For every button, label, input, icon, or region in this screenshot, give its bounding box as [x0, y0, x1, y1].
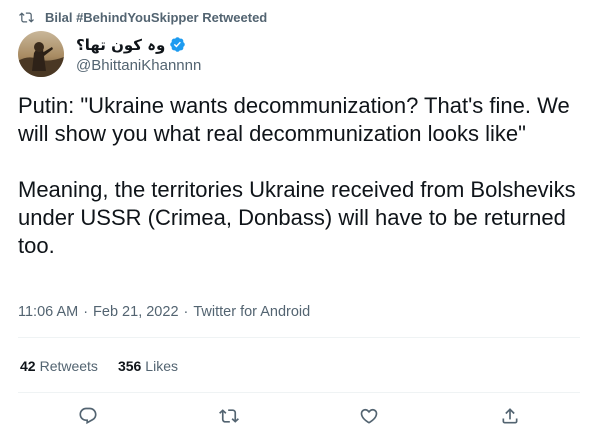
tweet-date[interactable]: Feb 21, 2022: [93, 304, 178, 320]
divider: [18, 392, 580, 393]
retweet-social-context[interactable]: Bilal #BehindYouSkipper Retweeted: [18, 8, 267, 26]
reply-button[interactable]: [77, 405, 99, 427]
share-button[interactable]: [499, 405, 521, 427]
retweets-stat[interactable]: 42 Retweets: [20, 358, 98, 374]
meta-separator: ·: [83, 304, 89, 320]
display-name[interactable]: وہ کون تھا؟: [76, 36, 165, 54]
divider: [18, 337, 580, 338]
retweet-label: Bilal #BehindYouSkipper Retweeted: [45, 9, 268, 25]
tweet-stats: 42 Retweets 356 Likes: [20, 358, 178, 374]
likes-stat[interactable]: 356 Likes: [118, 358, 178, 374]
likes-count: 356: [117, 358, 142, 374]
tweet-time[interactable]: 11:06 AM: [18, 304, 78, 320]
meta-separator: ·: [183, 304, 189, 320]
avatar[interactable]: [18, 31, 64, 77]
reply-icon: [79, 407, 97, 425]
retweet-button[interactable]: [218, 405, 240, 427]
retweet-icon: [18, 9, 36, 25]
retweets-count: 42: [20, 358, 36, 374]
verified-badge-icon: [169, 36, 186, 53]
tweet-source[interactable]: Twitter for Android: [193, 304, 310, 320]
tweet-paragraph: Putin: "Ukraine wants decommunization? T…: [18, 93, 570, 146]
tweet-metadata: 11:06 AM · Feb 21, 2022 · Twitter for An…: [18, 304, 310, 320]
tweet-body: Putin: "Ukraine wants decommunization? T…: [18, 92, 588, 260]
like-button[interactable]: [358, 405, 380, 427]
heart-icon: [360, 408, 378, 424]
author-handle[interactable]: @BhittaniKhannnn: [76, 57, 201, 74]
tweet-actions: [0, 405, 598, 431]
retweet-icon: [219, 409, 239, 423]
share-icon: [502, 408, 518, 424]
retweets-label: Retweets: [39, 358, 98, 374]
likes-label: Likes: [145, 358, 178, 374]
tweet-paragraph: Meaning, the territories Ukraine receive…: [18, 177, 576, 258]
tweet-header: وہ کون تھا؟ @BhittaniKhannnn: [18, 30, 201, 78]
